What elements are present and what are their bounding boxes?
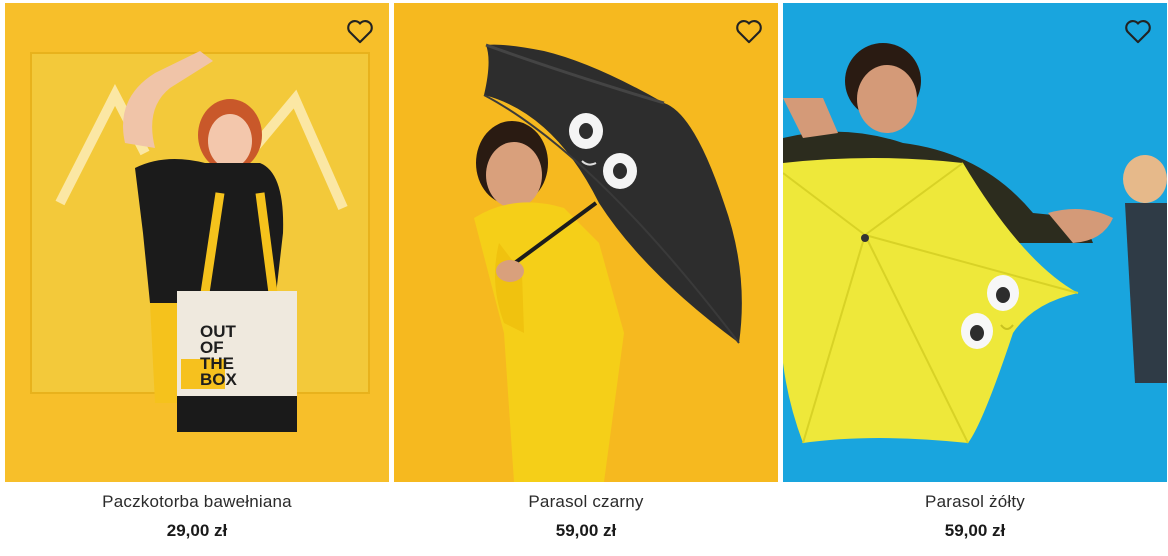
product-grid: OUT OF THE BOX Paczkotorba bawełniana 29… <box>0 0 1168 556</box>
product-price: 59,00 zł <box>944 521 1006 540</box>
heart-outline-icon <box>347 20 373 44</box>
favorite-button[interactable] <box>734 17 764 45</box>
product-name[interactable]: Parasol żółty <box>783 492 1167 512</box>
product-name[interactable]: Parasol czarny <box>394 492 778 512</box>
black-umbrella-photo <box>394 3 778 482</box>
tote-bag-photo: OUT OF THE BOX <box>5 3 389 482</box>
yellow-umbrella-photo <box>783 3 1167 482</box>
product-card[interactable]: OUT OF THE BOX Paczkotorba bawełniana 29… <box>5 3 389 551</box>
favorite-button[interactable] <box>1123 17 1153 45</box>
product-name[interactable]: Paczkotorba bawełniana <box>5 492 389 512</box>
product-image[interactable]: OUT OF THE BOX <box>5 3 389 482</box>
product-price: 59,00 zł <box>555 521 617 540</box>
product-image[interactable] <box>783 3 1167 482</box>
product-card[interactable]: Parasol żółty 59,00 zł <box>783 3 1167 551</box>
product-price: 29,00 zł <box>166 521 228 540</box>
heart-outline-icon <box>736 20 762 44</box>
product-card[interactable]: Parasol czarny 59,00 zł <box>394 3 778 551</box>
favorite-button[interactable] <box>345 17 375 45</box>
bag-print-line: BOX <box>200 370 238 389</box>
heart-outline-icon <box>1125 20 1151 44</box>
product-image[interactable] <box>394 3 778 482</box>
